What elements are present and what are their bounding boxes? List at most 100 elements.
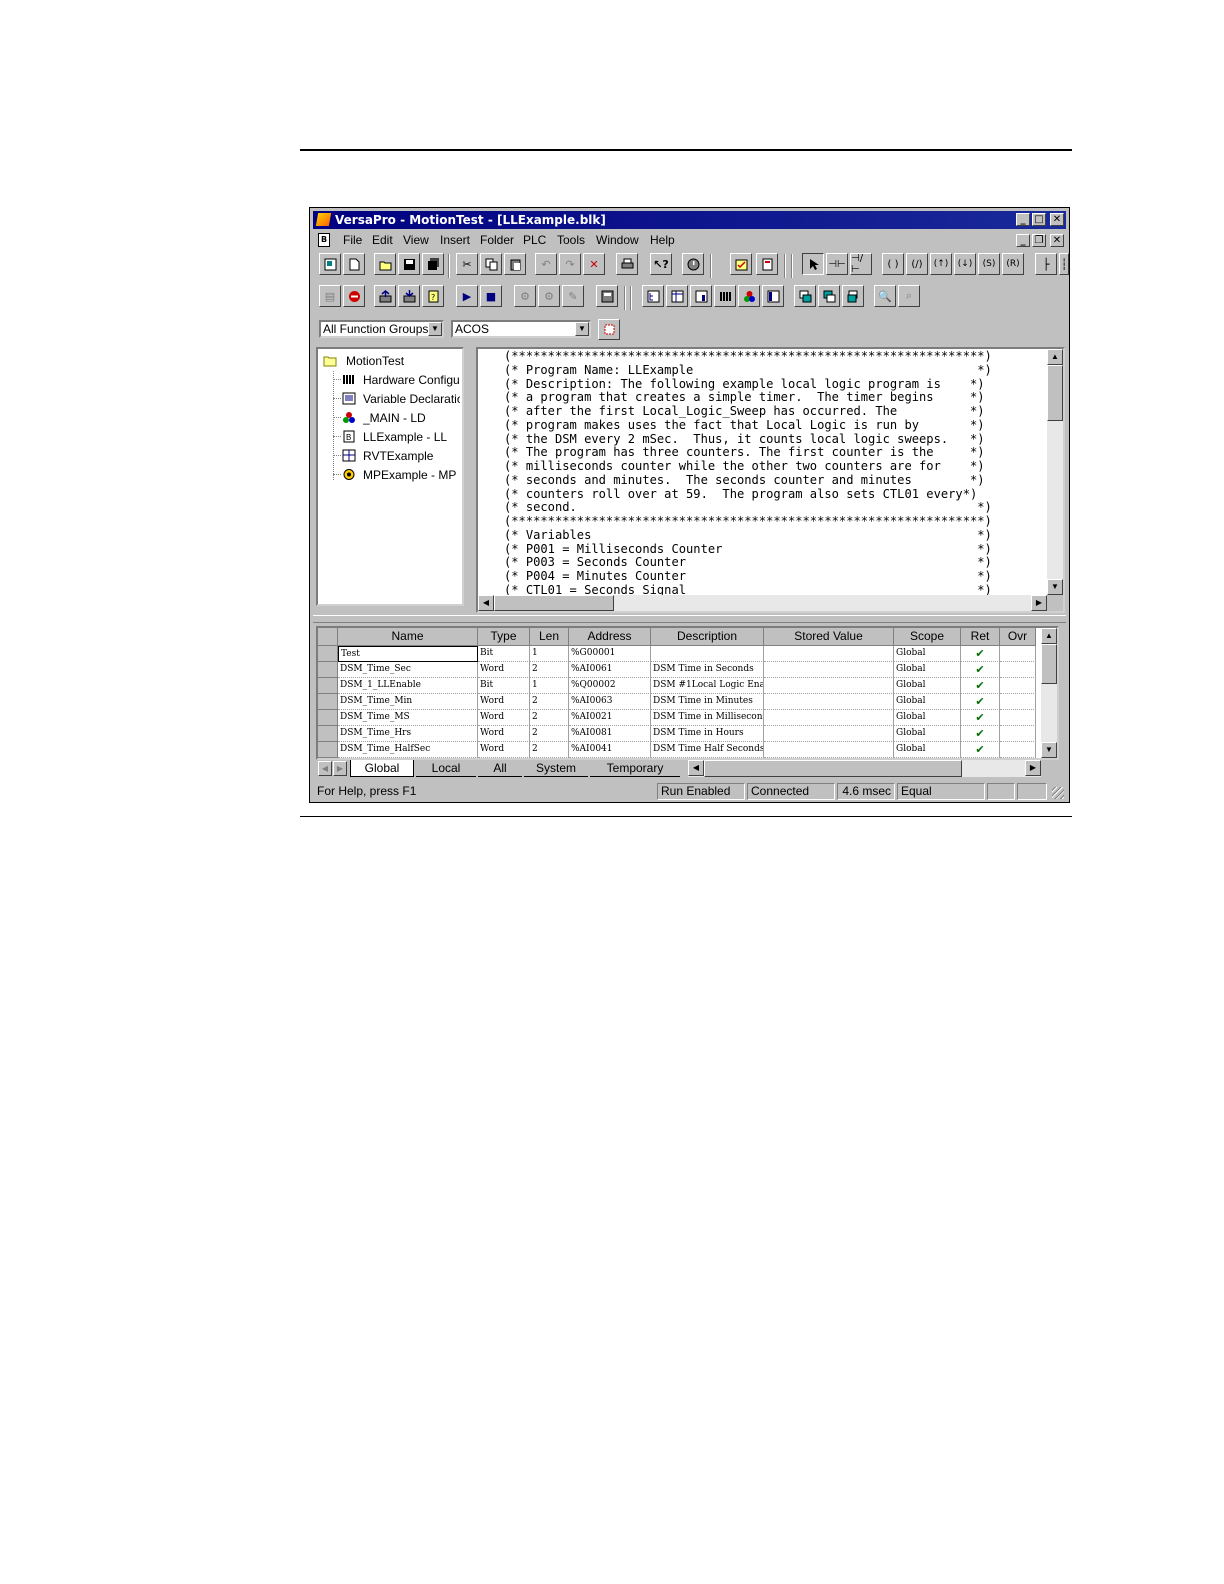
grid-scroll-down-arrow-icon[interactable]: ▼ [1041,742,1057,758]
print-icon[interactable] [616,253,638,275]
cell-type[interactable]: Bit [478,646,530,662]
new-file-icon[interactable] [343,253,365,275]
cell-description[interactable]: DSM Time in Seconds [651,662,764,678]
cell-scope[interactable]: Global [894,742,961,758]
vertical-splitter[interactable] [467,347,473,609]
grid-scroll-up-arrow-icon[interactable]: ▲ [1041,628,1057,644]
child-minimize-button[interactable]: _ [1016,234,1030,247]
cell-ovr[interactable] [1000,646,1036,662]
cell-ret[interactable]: ✔ [961,678,1000,694]
cell-ovr[interactable] [1000,742,1036,758]
cell-address[interactable]: %AI0063 [569,694,651,710]
column-header-len[interactable]: Len [530,628,569,646]
row-selector[interactable] [318,742,338,758]
open-folder-icon[interactable] [374,253,396,275]
cell-ovr[interactable] [1000,662,1036,678]
cell-stored-value[interactable] [764,646,894,662]
download-icon[interactable] [398,285,420,307]
coil-negated-icon[interactable]: (/) [906,253,928,275]
menu-help[interactable]: Help [650,233,675,247]
resize-grip-icon[interactable] [1052,787,1064,799]
cell-ovr[interactable] [1000,726,1036,742]
contact-nc-icon[interactable]: ⊣/⊢ [850,253,872,275]
code-line[interactable]: (* Variables *) [504,528,992,543]
redo-icon[interactable]: ↷ [559,253,581,275]
menu-tools[interactable]: Tools [557,233,585,247]
tree-root-motiontest[interactable]: MotionTest [346,354,404,368]
code-line[interactable]: (* P004 = Minutes Counter *) [504,569,992,584]
cell-ret[interactable]: ✔ [961,662,1000,678]
cell-scope[interactable]: Global [894,646,961,662]
cell-stored-value[interactable] [764,742,894,758]
editor-vertical-scrollbar[interactable]: ▲ ▼ [1047,349,1063,595]
tab-hscroll-left-icon[interactable]: ◀ [688,760,704,776]
new-project-icon[interactable] [319,253,341,275]
code-line[interactable]: (* The program has three counters. The f… [504,445,992,460]
plc-config-icon[interactable]: ▤ [319,285,341,307]
report-icon[interactable] [756,253,778,275]
code-line[interactable]: (* P003 = Seconds Counter *) [504,555,992,570]
menu-view[interactable]: View [403,233,429,247]
code-text[interactable]: (***************************************… [504,349,992,598]
io-view-icon[interactable] [690,285,712,307]
cell-len[interactable]: 1 [530,678,569,694]
scroll-right-arrow-icon[interactable]: ▶ [1031,595,1047,611]
cell-name[interactable]: DSM_Time_Min [338,694,478,710]
cascade-windows-icon[interactable] [794,285,816,307]
vertical-wire-icon[interactable]: ┆ [1059,253,1069,275]
code-line[interactable]: (* the DSM every 2 mSec. Thus, it counts… [504,432,992,447]
tab-horizontal-scrollbar[interactable]: ◀ ▶ [688,760,1041,777]
minimize-button[interactable]: _ [1016,213,1030,226]
code-line[interactable]: (* P001 = Milliseconds Counter *) [504,542,992,557]
row-selector[interactable] [318,646,338,662]
title-bar[interactable]: VersaPro - MotionTest - [LLExample.blk] … [313,211,1066,229]
stop-icon[interactable]: ■ [480,285,502,307]
offline-icon[interactable]: ⚙ [538,285,560,307]
cell-ret[interactable]: ✔ [961,646,1000,662]
compare-icon[interactable]: ? [422,285,444,307]
maximize-button[interactable]: □ [1032,213,1046,226]
cell-name[interactable]: DSM_Time_HalfSec [338,742,478,758]
cell-scope[interactable]: Global [894,678,961,694]
tab-global[interactable]: Global [350,760,414,777]
tab-local[interactable]: Local [416,760,476,777]
cell-description[interactable]: DSM Time in Milliseconds [651,710,764,726]
editor-hscroll-thumb[interactable] [494,595,614,611]
paste-icon[interactable] [504,253,526,275]
cell-ovr[interactable] [1000,694,1036,710]
stop-sign-icon[interactable] [343,285,365,307]
cell-name[interactable]: DSM_1_LLEnable [338,678,478,694]
cell-name[interactable]: Test [338,646,478,662]
zoom-out-icon[interactable]: ⌕ [898,285,920,307]
chevron-down-icon[interactable]: ▼ [428,322,442,336]
function-group-select[interactable]: All Function Groups ▼ [319,320,444,338]
cell-len[interactable]: 2 [530,710,569,726]
code-editor[interactable]: (***************************************… [476,347,1065,613]
code-line[interactable]: (* seconds and minutes. The seconds coun… [504,473,992,488]
cell-address[interactable]: %AI0061 [569,662,651,678]
child-restore-button[interactable]: ❐ [1032,234,1046,247]
cell-description[interactable]: DSM Time Half Seconds [651,742,764,758]
cell-scope[interactable]: Global [894,662,961,678]
code-line[interactable]: (* counters roll over at 59. The program… [504,487,992,502]
code-line[interactable]: (* second. *) [504,500,992,515]
child-close-button[interactable]: ✕ [1050,234,1064,247]
logic-blocks-icon[interactable] [738,285,760,307]
cell-name[interactable]: DSM_Time_MS [338,710,478,726]
cut-icon[interactable]: ✂ [456,253,478,275]
cell-ovr[interactable] [1000,710,1036,726]
info-icon[interactable] [682,253,704,275]
cell-ret[interactable]: ✔ [961,742,1000,758]
cell-stored-value[interactable] [764,726,894,742]
code-line[interactable]: (***************************************… [504,514,992,529]
menu-window[interactable]: Window [596,233,639,247]
cell-type[interactable]: Word [478,742,530,758]
code-line[interactable]: (* program makes uses the fact that Loca… [504,418,992,433]
coil-icon[interactable]: ( ) [882,253,904,275]
column-header-ret[interactable]: Ret [961,628,1000,646]
code-line[interactable]: (* milliseconds counter while the other … [504,459,992,474]
cell-description[interactable]: DSM Time in Minutes [651,694,764,710]
grid-vertical-scrollbar[interactable]: ▲ ▼ [1041,628,1057,758]
tab-hscroll-thumb[interactable] [704,760,962,777]
row-selector[interactable] [318,726,338,742]
